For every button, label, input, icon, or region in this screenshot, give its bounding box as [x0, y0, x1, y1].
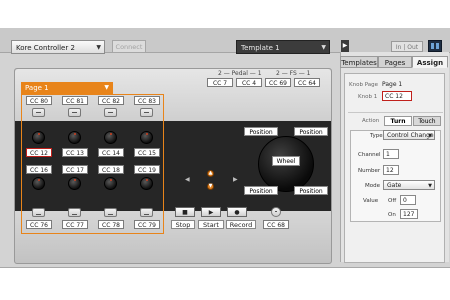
pedal-label: 2 — Pedal — 1	[218, 70, 262, 77]
record-button[interactable]: ●	[227, 207, 247, 217]
mode-label: Mode	[365, 183, 380, 189]
chevron-down-icon: ▼	[104, 84, 109, 91]
knob-cc-label[interactable]: CC 14	[98, 148, 124, 157]
mode-select-value: Gate	[387, 182, 402, 189]
type-select-value: Control Change	[387, 132, 434, 139]
pedal-cc[interactable]: CC 4	[236, 78, 262, 87]
type-label: Type	[370, 133, 383, 139]
template-select-label: Template 1	[241, 44, 280, 52]
stop-button[interactable]: ■	[175, 207, 195, 217]
template-select[interactable]: Template 1 ▼	[236, 40, 330, 54]
hw-button[interactable]	[32, 208, 45, 217]
knob-cc-label[interactable]: CC 18	[98, 165, 124, 174]
button-cc-label[interactable]: CC 82	[98, 96, 124, 105]
off-label: Off	[388, 198, 397, 204]
chevron-down-icon: ▼	[428, 183, 432, 189]
nav-left-icon[interactable]: ◀	[185, 176, 190, 183]
subtab-touch[interactable]: Touch	[413, 116, 441, 126]
knob-label: Knob 1	[358, 94, 378, 100]
hw-button[interactable]	[32, 108, 45, 117]
knob-cc-label[interactable]: CC 15	[134, 148, 160, 157]
play-arrow-icon[interactable]: ▶	[341, 40, 349, 52]
knob-name-field[interactable]: CC 12	[382, 91, 412, 101]
knob[interactable]	[104, 177, 117, 190]
knob[interactable]	[140, 131, 153, 144]
button-cc-label[interactable]: CC 79	[134, 220, 160, 229]
button-cc-label[interactable]: CC 80	[26, 96, 52, 105]
position-label[interactable]: Position	[294, 127, 328, 136]
knob-page-label: Knob Page	[349, 82, 379, 88]
start-label: Start	[198, 220, 224, 229]
button-cc-label[interactable]: CC 77	[62, 220, 88, 229]
off-field[interactable]: 0	[400, 195, 416, 205]
type-select[interactable]: Control Change ▼	[383, 130, 435, 140]
hw-button[interactable]	[140, 208, 153, 217]
stop-label: Stop	[171, 220, 195, 229]
position-label[interactable]: Position	[294, 186, 328, 195]
transport-cc-label[interactable]: CC 68	[263, 220, 289, 229]
knob-cc-label[interactable]: CC 19	[134, 165, 160, 174]
knob[interactable]	[68, 177, 81, 190]
controller-select[interactable]: Kore Controller 2 ▼	[11, 40, 105, 54]
hw-button[interactable]	[104, 108, 117, 117]
controller-bottom	[15, 211, 331, 263]
nav-right-icon[interactable]: ▶	[233, 176, 238, 183]
hw-button[interactable]	[104, 208, 117, 217]
knob[interactable]	[32, 177, 45, 190]
value-label: Value	[363, 198, 379, 204]
pedal-cc[interactable]: CC 69	[265, 78, 291, 87]
knob-cc-label[interactable]: CC 13	[62, 148, 88, 157]
pedal-cc[interactable]: CC 64	[294, 78, 320, 87]
panel-tabs: Templates Pages Assign	[340, 56, 448, 68]
knob-cc-label[interactable]: CC 17	[62, 165, 88, 174]
chevron-down-icon: ▼	[96, 44, 101, 51]
position-label[interactable]: Position	[244, 127, 278, 136]
nav-up-button[interactable]: ▲	[207, 170, 214, 177]
pedal-cc[interactable]: CC 7	[207, 78, 233, 87]
on-field[interactable]: 127	[400, 209, 418, 219]
chevron-down-icon: ▼	[428, 133, 432, 139]
action-settings-box	[350, 130, 441, 222]
channel-field[interactable]: 1	[383, 149, 399, 159]
start-button[interactable]: ▶	[201, 207, 221, 217]
button-cc-label[interactable]: CC 78	[98, 220, 124, 229]
hw-button[interactable]	[68, 108, 81, 117]
knob[interactable]	[68, 131, 81, 144]
button-cc-label[interactable]: CC 76	[26, 220, 52, 229]
controller-select-label: Kore Controller 2	[16, 44, 75, 52]
knob[interactable]	[104, 131, 117, 144]
page-select-label: Page 1	[25, 84, 49, 92]
knob-cc-label[interactable]: CC 16	[26, 165, 52, 174]
button-cc-label[interactable]: CC 83	[134, 96, 160, 105]
number-field[interactable]: 12	[383, 165, 399, 175]
channel-label: Channel	[358, 152, 381, 158]
mode-select[interactable]: Gate ▼	[383, 180, 435, 190]
subtab-turn[interactable]: Turn	[384, 116, 412, 126]
button-cc-label[interactable]: CC 81	[62, 96, 88, 105]
divider	[348, 112, 443, 113]
hw-button-round[interactable]	[271, 207, 281, 217]
tab-pages[interactable]: Pages	[378, 56, 412, 68]
knob[interactable]	[140, 177, 153, 190]
in-out-indicator: In | Out	[391, 41, 423, 52]
hw-button[interactable]	[140, 108, 153, 117]
position-label[interactable]: Position	[244, 186, 278, 195]
tab-templates[interactable]: Templates	[340, 56, 378, 68]
action-label: Action	[362, 118, 380, 124]
on-label: On	[388, 212, 396, 218]
number-label: Number	[358, 168, 381, 174]
connect-button[interactable]: Connect	[112, 40, 146, 53]
tab-assign[interactable]: Assign	[412, 56, 448, 68]
record-label: Record	[226, 220, 256, 229]
page-select[interactable]: Page 1 ▼	[21, 82, 113, 94]
fs-label: 2 — FS — 1	[276, 70, 311, 77]
wheel-label: Wheel	[272, 156, 300, 166]
chevron-down-icon: ▼	[321, 44, 326, 51]
hw-button[interactable]	[68, 208, 81, 217]
knob-cc-label[interactable]: CC 12	[26, 148, 52, 157]
nav-down-button[interactable]: ▼	[207, 183, 214, 190]
knob[interactable]	[32, 131, 45, 144]
device-icon[interactable]	[428, 40, 442, 52]
knob-page-value: Page 1	[382, 81, 403, 88]
